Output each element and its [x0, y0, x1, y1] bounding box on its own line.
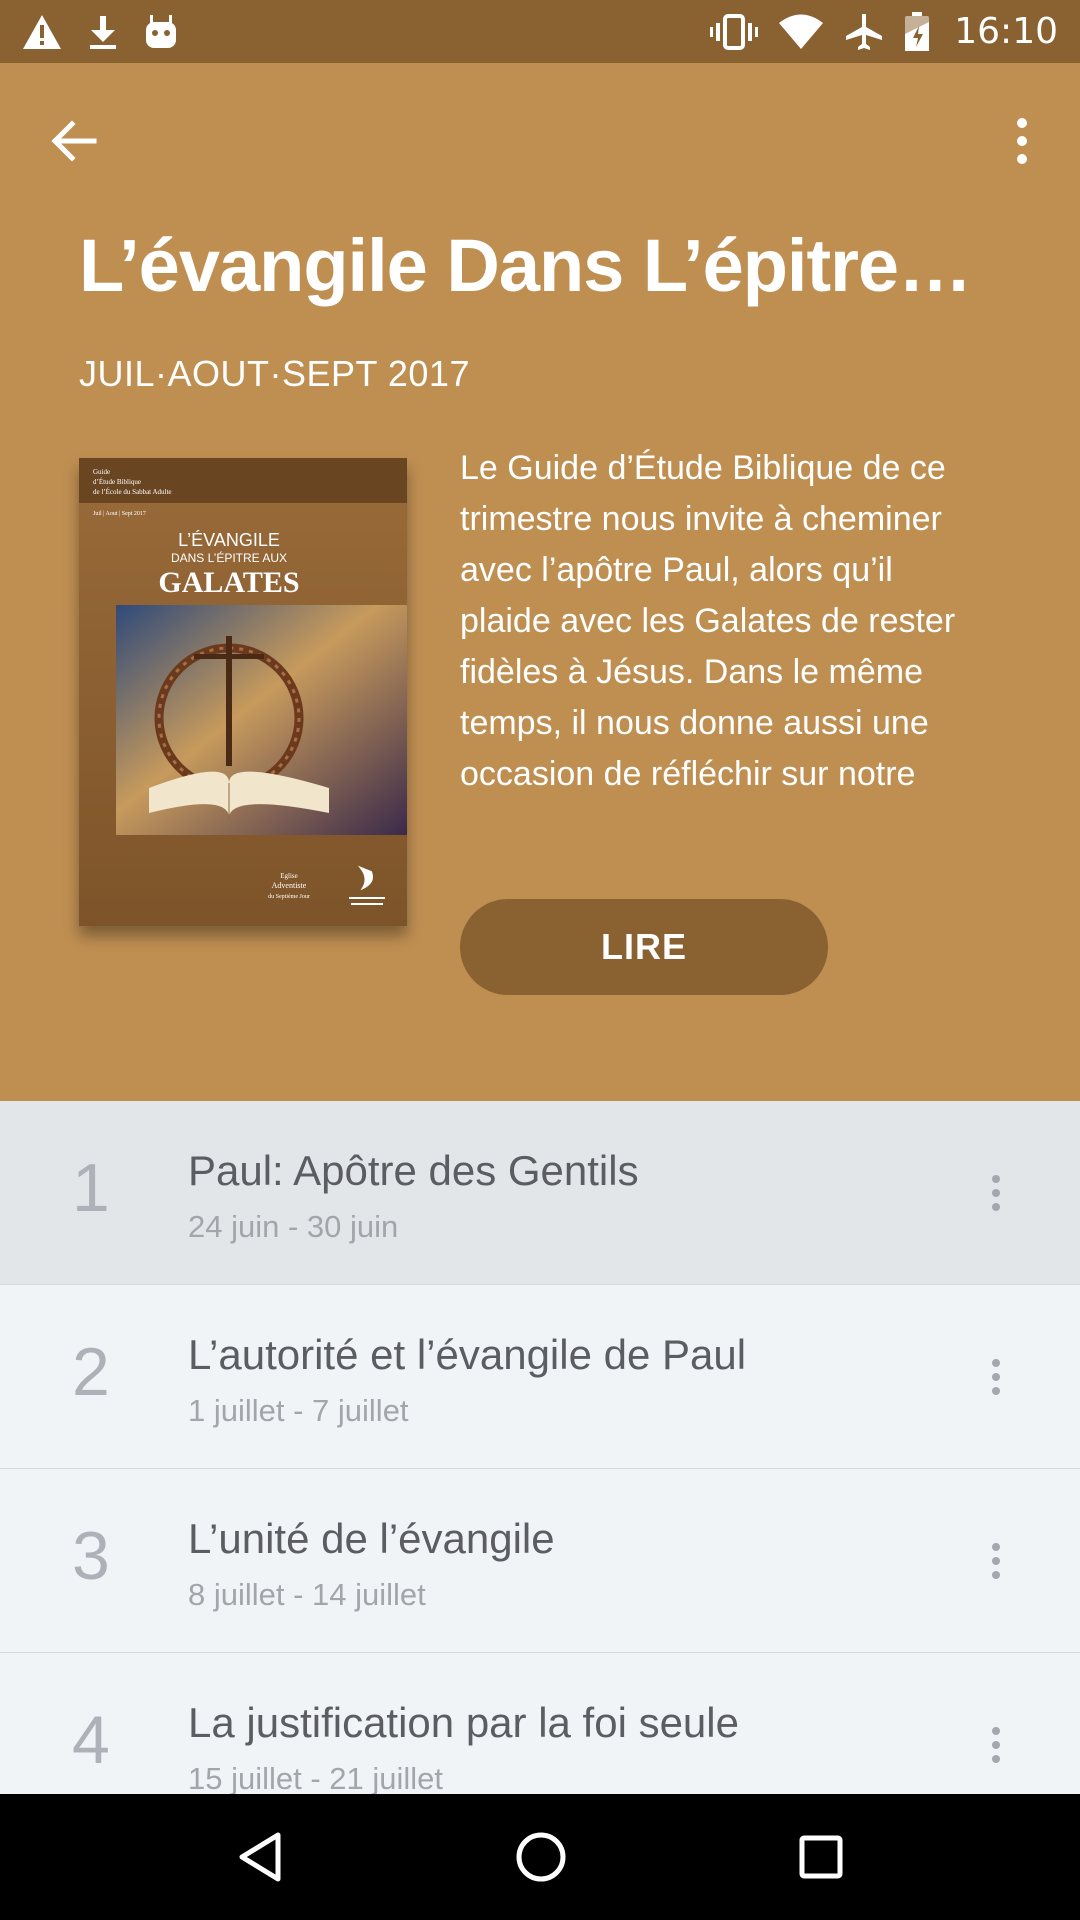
recents-square-icon[interactable]	[798, 1834, 844, 1880]
cover-title-line3: GALATES	[158, 566, 299, 599]
list-item[interactable]: 4 La justification par la foi seule 15 j…	[0, 1653, 1080, 1794]
lesson-title: L’unité de l’évangile	[188, 1515, 555, 1562]
wifi-icon	[778, 14, 824, 50]
status-time: 16:10	[954, 11, 1058, 52]
lesson-title: L’autorité et l’évangile de Paul	[188, 1331, 747, 1378]
lesson-title: Paul: Apôtre des Gentils	[188, 1147, 639, 1194]
warning-icon	[22, 14, 62, 50]
more-vert-icon[interactable]	[988, 1173, 1004, 1213]
cover-guide-line2: d’Étude Biblique	[93, 478, 141, 486]
lesson-number: 2	[72, 1334, 110, 1410]
cover-guide-line1: Guide	[93, 468, 110, 476]
battery-icon	[904, 11, 930, 52]
download-icon	[88, 14, 118, 50]
lesson-number: 3	[72, 1518, 110, 1594]
android-icon	[144, 14, 178, 50]
lesson-number: 4	[72, 1702, 110, 1778]
lesson-dates: 15 juillet - 21 juillet	[188, 1761, 444, 1794]
quarter-description: Le Guide d’Étude Biblique de ce trimestr…	[460, 449, 956, 793]
cover-guide-line4: Juil | Aout | Sept 2017	[93, 511, 146, 517]
read-button[interactable]: LIRE	[460, 899, 828, 995]
lesson-header: L’évangile Dans L’épitre… JUIL·AOUT·SEPT…	[0, 63, 1080, 1101]
cover-title-line2: DANS L’ÉPITRE AUX	[171, 550, 287, 565]
arrow-left-icon	[46, 113, 102, 169]
lesson-dates: 8 juillet - 14 juillet	[188, 1577, 426, 1612]
home-circle-icon[interactable]	[515, 1831, 567, 1883]
more-vert-icon[interactable]	[988, 1357, 1004, 1397]
airplane-icon	[844, 12, 884, 52]
page-title: L’évangile Dans L’épitre…	[79, 224, 972, 307]
lesson-dates: 24 juin - 30 juin	[188, 1209, 399, 1244]
back-button[interactable]	[46, 113, 102, 169]
cover-title-line1: L’ÉVANGILE	[178, 530, 280, 550]
cover-publisher-line1: Eglise	[280, 872, 298, 880]
quarter-date-range: JUIL·AOUT·SEPT 2017	[79, 353, 470, 394]
list-item[interactable]: 3 L’unité de l’évangile 8 juillet - 14 j…	[0, 1469, 1080, 1653]
lesson-title: La justification par la foi seule	[188, 1699, 739, 1746]
quarterly-cover-image: Guide d’Étude Biblique de l’École du Sab…	[79, 458, 407, 926]
cover-publisher-line2: Adventiste	[272, 881, 307, 890]
lesson-number: 1	[72, 1150, 110, 1226]
lesson-list: 1 Paul: Apôtre des Gentils 24 juin - 30 …	[0, 1101, 1080, 1794]
vibrate-icon	[710, 13, 759, 50]
status-bar: 16:10	[0, 0, 1080, 63]
more-vert-icon	[1000, 113, 1044, 169]
system-nav-bar	[0, 1794, 1080, 1920]
list-item[interactable]: 1 Paul: Apôtre des Gentils 24 juin - 30 …	[0, 1101, 1080, 1285]
more-vert-icon[interactable]	[988, 1541, 1004, 1581]
cover-guide-line3: de l’École du Sabbat Adulte	[93, 488, 172, 496]
more-vert-icon[interactable]	[988, 1725, 1004, 1765]
cover-publisher-line3: du Septième Jour	[268, 894, 310, 900]
back-triangle-icon[interactable]	[236, 1831, 284, 1883]
lesson-dates: 1 juillet - 7 juillet	[188, 1393, 409, 1428]
overflow-menu-button[interactable]	[1000, 113, 1044, 169]
list-item[interactable]: 2 L’autorité et l’évangile de Paul 1 jui…	[0, 1285, 1080, 1469]
